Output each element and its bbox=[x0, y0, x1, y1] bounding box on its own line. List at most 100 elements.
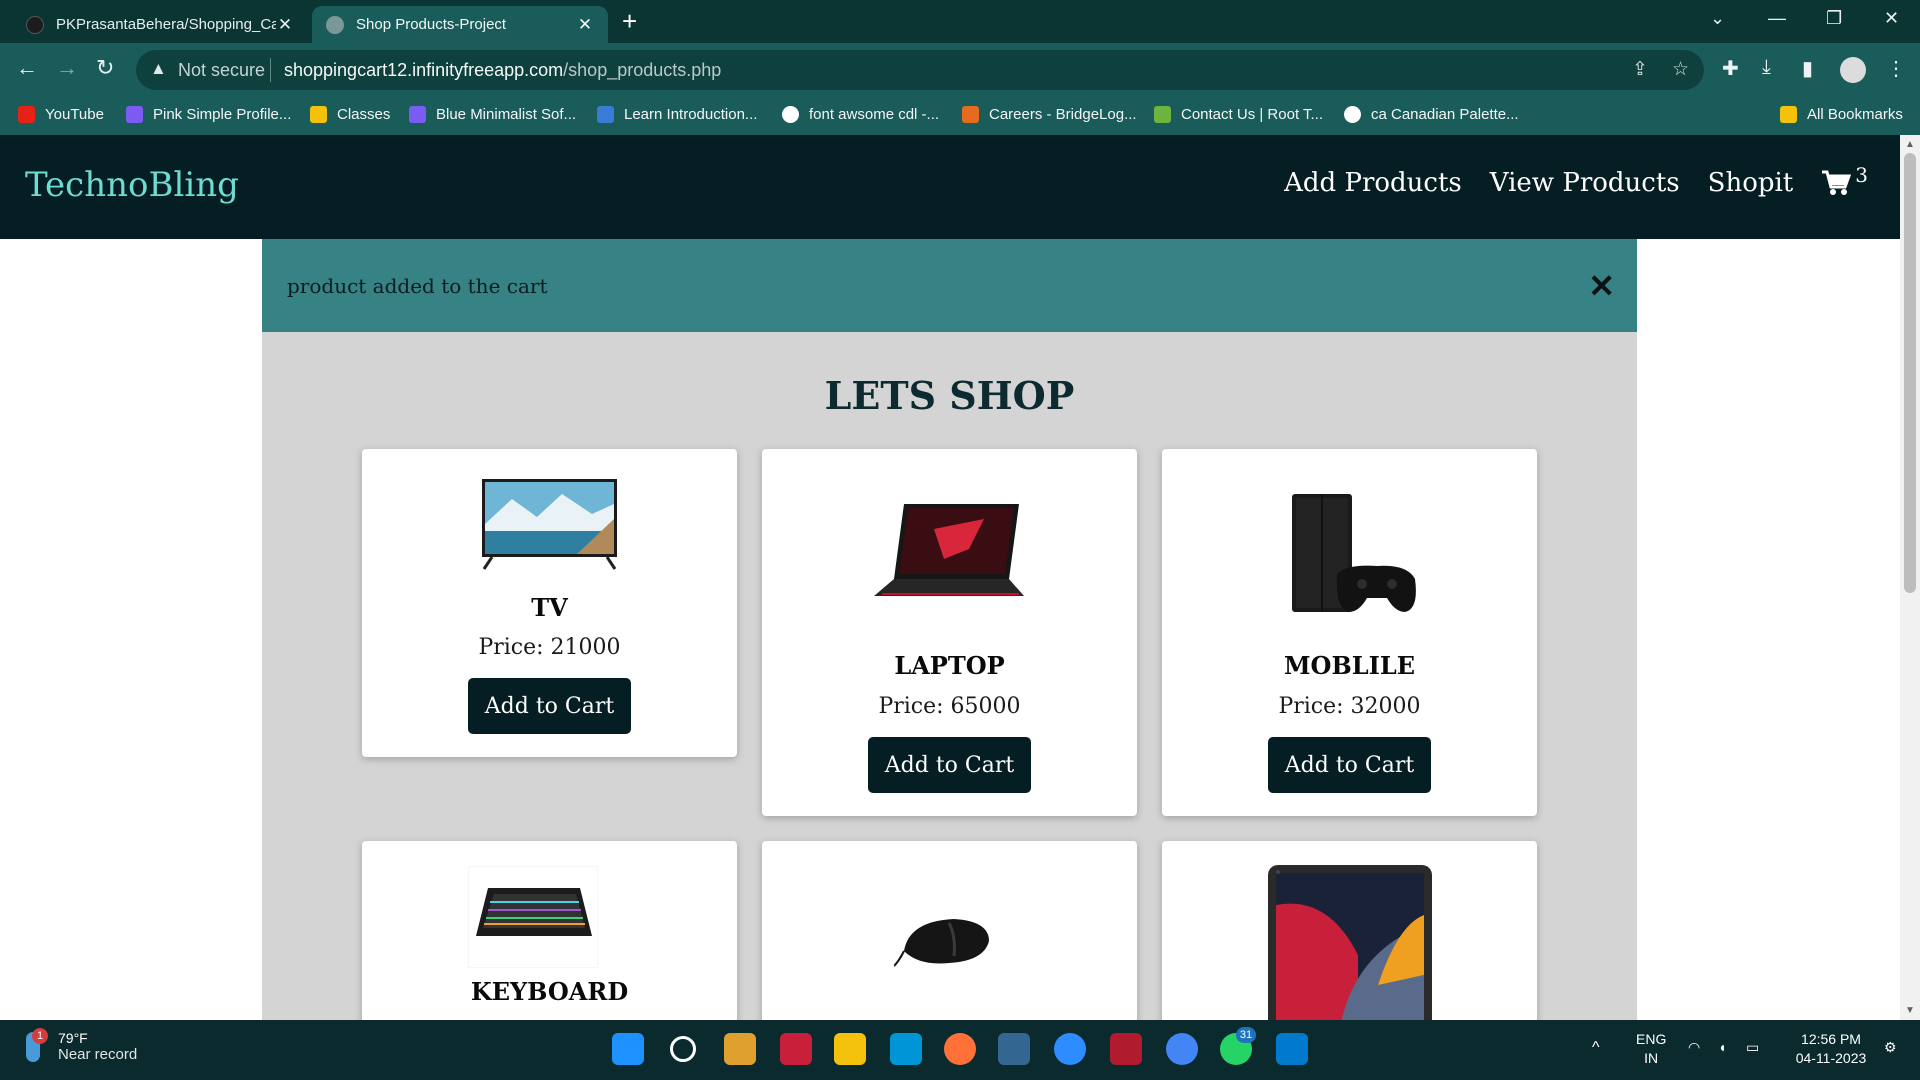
product-name: TV bbox=[531, 593, 568, 622]
menu-icon[interactable]: ⋮ bbox=[1886, 56, 1906, 81]
copilot-icon[interactable] bbox=[724, 1033, 756, 1065]
share-icon[interactable]: ⇪ bbox=[1632, 58, 1648, 81]
hp-icon[interactable] bbox=[890, 1033, 922, 1065]
region-label: IN bbox=[1644, 1050, 1659, 1066]
canva-icon bbox=[126, 106, 143, 123]
close-tab-icon[interactable]: ✕ bbox=[276, 15, 294, 35]
download-icon[interactable]: ⤓ bbox=[1762, 56, 1771, 79]
bookmark-careers[interactable]: Careers - BridgeLog... bbox=[962, 106, 1137, 123]
zoom-icon[interactable] bbox=[1054, 1033, 1086, 1065]
cart-link[interactable]: 3 bbox=[1821, 163, 1868, 197]
tab-search-icon[interactable]: ⌄ bbox=[1710, 8, 1725, 29]
bookmark-label: YouTube bbox=[45, 106, 104, 123]
product-card-keyboard: KEYBOARD bbox=[362, 841, 737, 1020]
product-name: LAPTOP bbox=[894, 651, 1005, 680]
profile-avatar[interactable] bbox=[1840, 57, 1866, 83]
extensions-icon[interactable]: ✚ bbox=[1722, 56, 1739, 81]
bookmark-contact-root[interactable]: Contact Us | Root T... bbox=[1154, 106, 1323, 123]
bookmark-label: Learn Introduction... bbox=[624, 106, 758, 123]
scrollbar-thumb[interactable] bbox=[1904, 153, 1916, 593]
bookmark-blue-minimalist[interactable]: Blue Minimalist Sof... bbox=[409, 106, 576, 123]
language-indicator[interactable]: ENG IN bbox=[1636, 1030, 1666, 1068]
folder-icon bbox=[1780, 106, 1797, 123]
url-host: shoppingcart12.infinityfreeapp.com bbox=[284, 60, 564, 80]
thermometer-icon: 1 bbox=[26, 1027, 48, 1062]
bookmark-youtube[interactable]: YouTube bbox=[18, 106, 104, 123]
canva-icon bbox=[409, 106, 426, 123]
bookmark-font-awesome[interactable]: font awsome cdl -... bbox=[782, 106, 939, 123]
new-tab-button[interactable]: + bbox=[622, 7, 637, 35]
back-icon[interactable]: ← bbox=[16, 55, 38, 81]
nav-view-products[interactable]: View Products bbox=[1490, 168, 1680, 198]
bookmark-learn-intro[interactable]: Learn Introduction... bbox=[597, 106, 757, 123]
whatsapp-icon[interactable]: 31 bbox=[1220, 1027, 1256, 1065]
brand-logo[interactable]: TechnoBling bbox=[25, 165, 239, 205]
weather-temp: 79°F bbox=[58, 1030, 88, 1046]
battery-icon[interactable]: ▭ bbox=[1746, 1038, 1759, 1057]
tv-image bbox=[482, 479, 617, 570]
page-scrollbar[interactable]: ▲ ▼ bbox=[1900, 135, 1920, 1020]
add-to-cart-button[interactable]: Add to Cart bbox=[468, 678, 631, 734]
clock[interactable]: 12:56 PM 04-11-2023 bbox=[1786, 1030, 1876, 1068]
wifi-icon[interactable]: ◠ bbox=[1688, 1038, 1700, 1057]
security-label[interactable]: Not secure bbox=[178, 60, 265, 81]
scroll-down-icon[interactable]: ▼ bbox=[1905, 1005, 1915, 1016]
restore-button[interactable]: ❐ bbox=[1826, 8, 1842, 29]
minimize-button[interactable]: — bbox=[1768, 8, 1786, 29]
page-title: LETS SHOP bbox=[824, 373, 1075, 418]
close-window-button[interactable]: ✕ bbox=[1884, 8, 1899, 29]
close-tab-icon[interactable]: ✕ bbox=[576, 15, 594, 35]
weather-badge: 1 bbox=[32, 1027, 48, 1044]
bookmark-pink-profile[interactable]: Pink Simple Profile... bbox=[126, 106, 291, 123]
volume-icon[interactable]: ◖ bbox=[1718, 1038, 1726, 1057]
tab-github[interactable]: PKPrasantaBehera/Shopping_Ca ✕ bbox=[12, 6, 308, 43]
side-panel-icon[interactable]: ▮ bbox=[1802, 56, 1813, 81]
windows-taskbar: 1 79°F Near record 31 ^ ENG IN ◠ ◖ ▭ 12:… bbox=[0, 1020, 1920, 1080]
mouse-image bbox=[894, 919, 989, 967]
notification-icon[interactable]: ⚙ bbox=[1884, 1038, 1897, 1057]
tab-shop-products[interactable]: Shop Products-Project ✕ bbox=[312, 6, 608, 43]
warning-icon: ▲ bbox=[150, 59, 167, 78]
url-text[interactable]: shoppingcart12.infinityfreeapp.com/shop_… bbox=[284, 60, 721, 81]
bookmark-label: Blue Minimalist Sof... bbox=[436, 106, 577, 123]
product-name: MOBLILE bbox=[1283, 651, 1416, 680]
vscode-icon[interactable] bbox=[1276, 1033, 1308, 1065]
forward-icon[interactable]: → bbox=[56, 55, 78, 81]
product-price: Price: 32000 bbox=[1278, 694, 1421, 719]
bookmark-label: Classes bbox=[337, 106, 391, 123]
close-icon[interactable]: ✕ bbox=[1588, 267, 1615, 305]
reload-icon[interactable]: ↻ bbox=[96, 55, 114, 81]
url-path: /shop_products.php bbox=[563, 60, 722, 80]
product-card-mouse bbox=[762, 841, 1137, 1020]
bookmark-canadian-palette[interactable]: ca Canadian Palette... bbox=[1344, 106, 1519, 123]
site-navbar: TechnoBling Add Products View Products S… bbox=[0, 135, 1900, 239]
search-icon[interactable] bbox=[670, 1036, 696, 1062]
file-explorer-icon[interactable] bbox=[834, 1033, 866, 1065]
postgresql-icon[interactable] bbox=[998, 1033, 1030, 1065]
all-bookmarks[interactable]: All Bookmarks bbox=[1780, 106, 1903, 123]
start-icon[interactable] bbox=[612, 1033, 644, 1065]
weather-widget[interactable]: 1 79°F Near record bbox=[26, 1027, 137, 1063]
bookmark-classes[interactable]: Classes bbox=[310, 106, 390, 123]
nav-add-products[interactable]: Add Products bbox=[1284, 168, 1462, 198]
product-card-moblile: MOBLILE Price: 32000 Add to Cart bbox=[1162, 449, 1537, 816]
nav-shopit[interactable]: Shopit bbox=[1708, 168, 1794, 198]
product-name: KEYBOARD bbox=[470, 977, 629, 1006]
alert-message: product added to the cart ✕ bbox=[262, 239, 1637, 332]
bookmarks-bar: YouTube Pink Simple Profile... Classes B… bbox=[0, 97, 1920, 135]
scroll-up-icon[interactable]: ▲ bbox=[1905, 139, 1915, 150]
camera-icon[interactable] bbox=[1110, 1033, 1142, 1065]
chrome-icon[interactable] bbox=[1166, 1033, 1198, 1065]
firefox-icon[interactable] bbox=[944, 1033, 976, 1065]
clock-time: 12:56 PM bbox=[1801, 1031, 1861, 1047]
address-bar[interactable]: ▲ Not secure shoppingcart12.infinityfree… bbox=[136, 50, 1704, 90]
app-icon[interactable] bbox=[780, 1033, 812, 1065]
chevron-up-icon[interactable]: ^ bbox=[1592, 1038, 1600, 1057]
add-to-cart-button[interactable]: Add to Cart bbox=[868, 737, 1031, 793]
m-icon bbox=[597, 106, 614, 123]
clock-date: 04-11-2023 bbox=[1795, 1050, 1867, 1066]
bookmark-star-icon[interactable]: ☆ bbox=[1672, 58, 1689, 81]
product-price: Price: 65000 bbox=[878, 694, 1021, 719]
root-icon bbox=[1154, 106, 1171, 123]
add-to-cart-button[interactable]: Add to Cart bbox=[1268, 737, 1431, 793]
